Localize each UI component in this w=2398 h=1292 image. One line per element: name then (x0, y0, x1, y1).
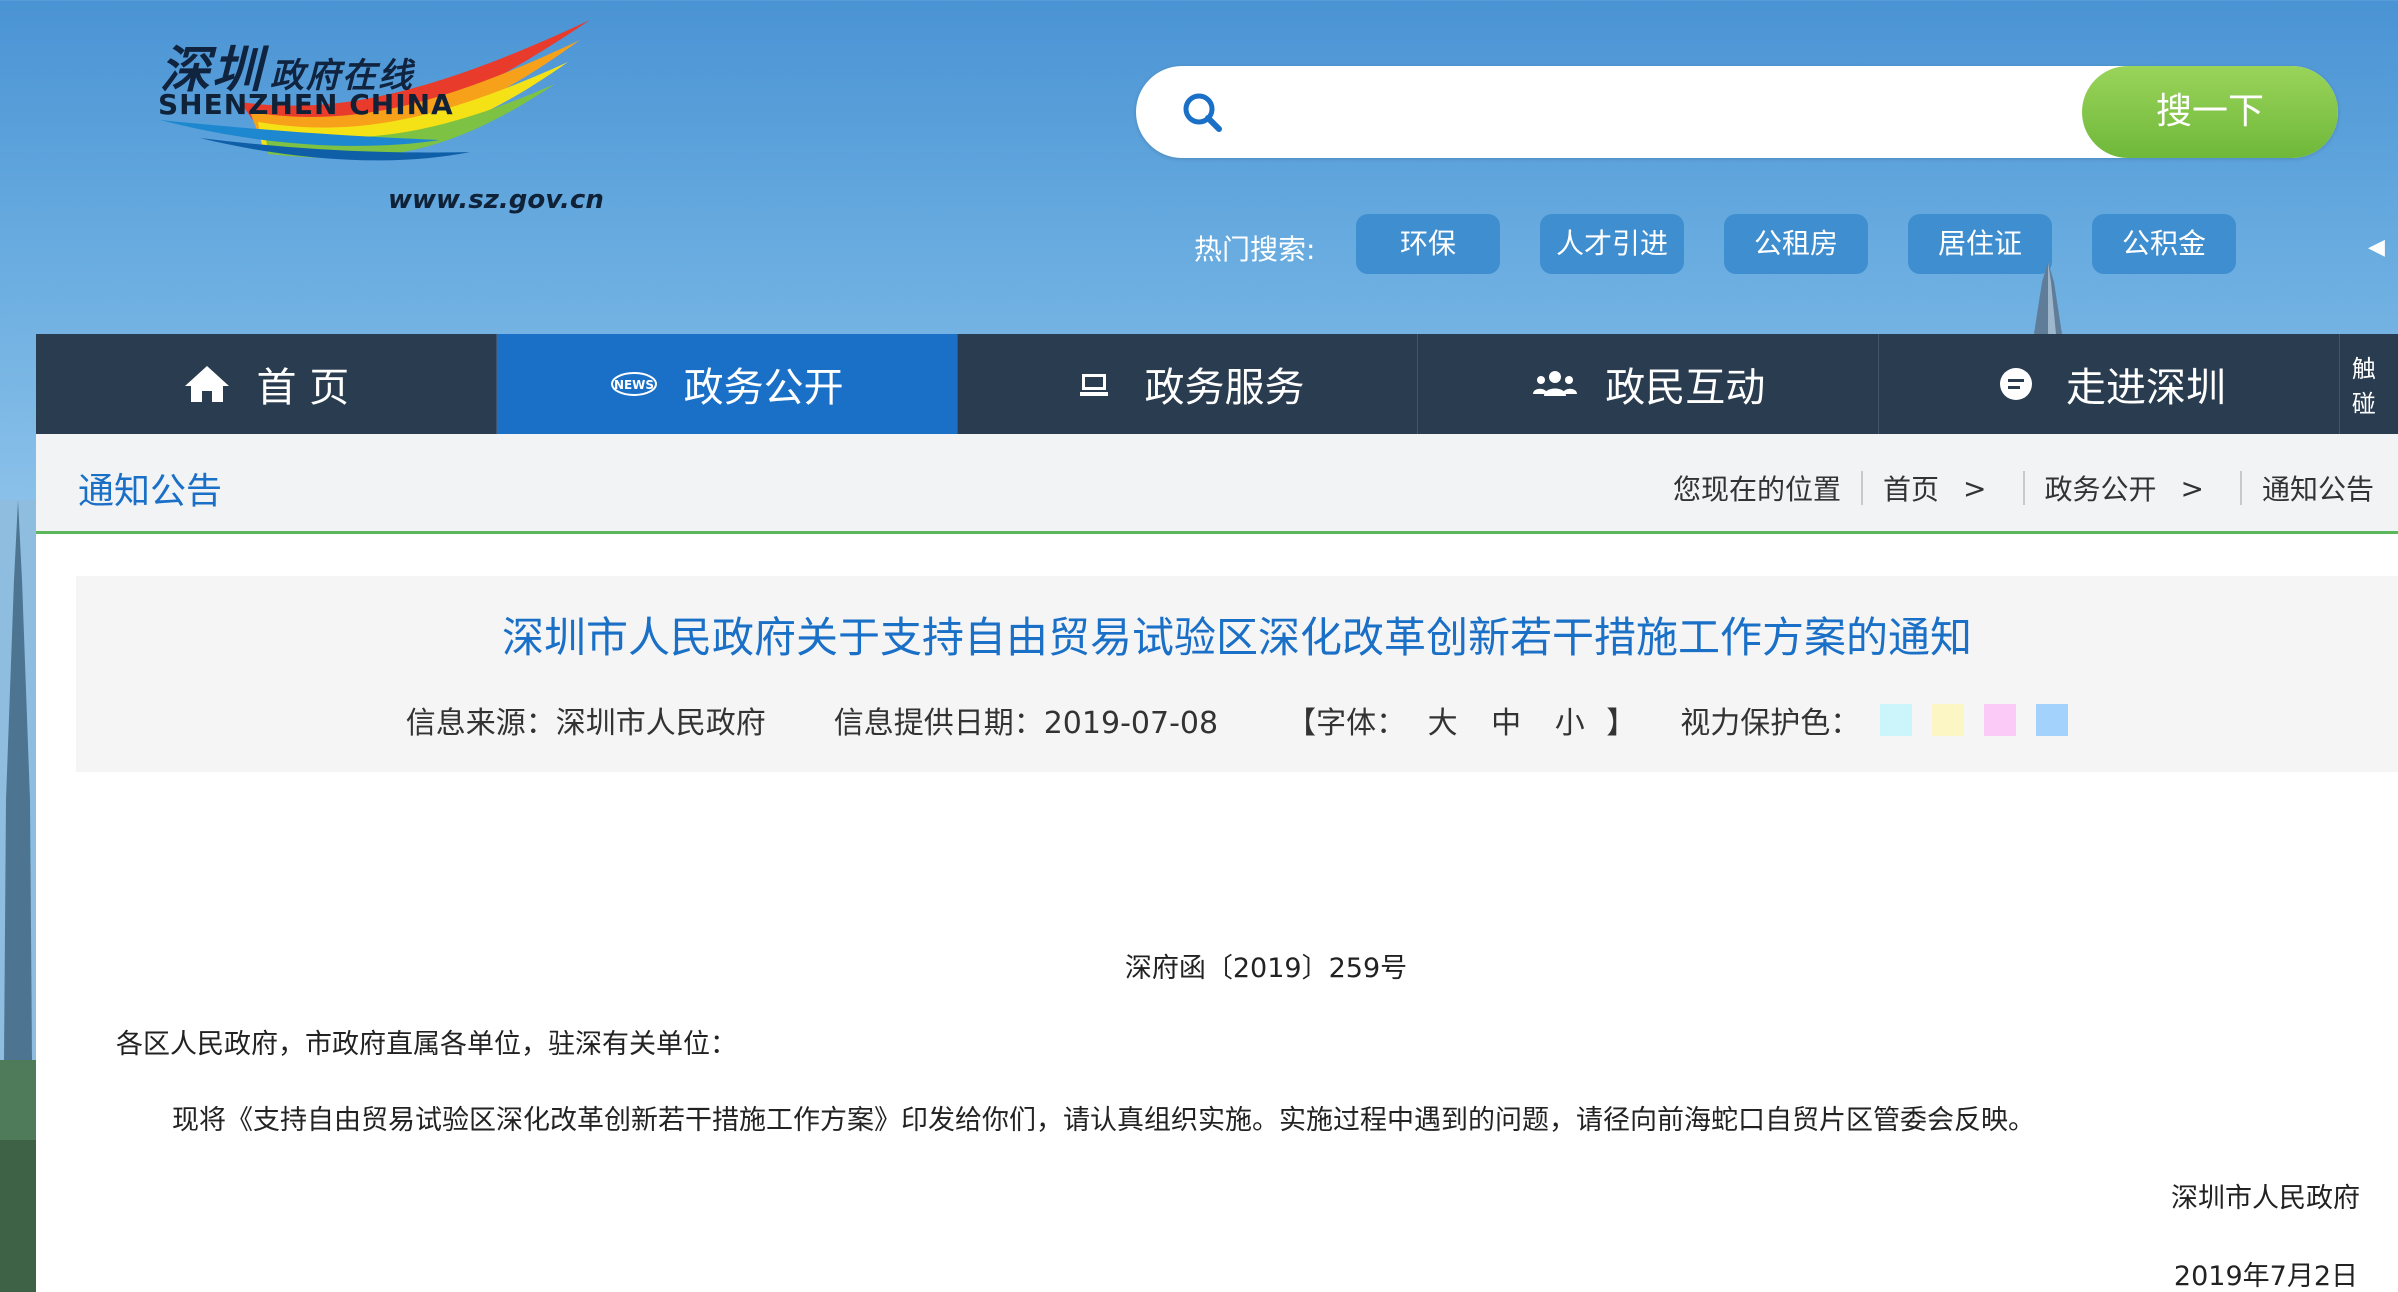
article-sign-date: 2019年7月2日 (2173, 1261, 2358, 1292)
svg-text:NEWS: NEWS (614, 378, 654, 392)
font-size-medium-button[interactable]: 中 (1491, 706, 1521, 741)
nav-item-citizen-interaction[interactable]: 政民互动 (1418, 334, 1880, 434)
eye-care-swatch-blue[interactable] (2036, 704, 2069, 736)
eye-care-controls: 视力保护色： (1680, 698, 2069, 742)
document-number: 深府函〔2019〕259号 (1124, 953, 1408, 984)
breadcrumb-separator: > (1963, 471, 1987, 505)
nav-government-affairs-label: 政务公开 (683, 365, 844, 411)
article-title: 深圳市人民政府关于支持自由贸易试验区深化改革创新若干措施工作方案的通知 (501, 613, 1972, 662)
section-title: 通知公告 (78, 471, 223, 512)
article-signature: 深圳市人民政府 (2171, 1183, 2360, 1214)
breadcrumb-bar: 通知公告 您现在的位置 首页 > 政务公开 > 通知公告 (36, 434, 2398, 534)
eye-care-swatch-pink[interactable] (1984, 704, 2017, 736)
news-icon: NEWS (610, 372, 657, 396)
home-icon (184, 366, 229, 402)
logo-en-name: SHENZHEN CHINA (158, 88, 454, 121)
nav-item-about-shenzhen[interactable]: 走进深圳 (1879, 334, 2340, 434)
article-salutation: 各区人民政府，市政府直属各单位，驻深有关单位： (116, 1029, 737, 1060)
article-date: 信息提供日期：2019-07-08 (833, 706, 1219, 741)
breadcrumb-divider (2022, 471, 2025, 505)
breadcrumb-location-label: 您现在的位置 (1673, 473, 1842, 506)
hot-tag-talent[interactable]: 人才引进 (1540, 214, 1684, 274)
breadcrumb: 您现在的位置 首页 > 政务公开 > 通知公告 (1673, 468, 2374, 508)
content-panel: 通知公告 您现在的位置 首页 > 政务公开 > 通知公告 深圳市人民政府关于支持… (36, 434, 2398, 1292)
skyscraper-illustration (2034, 262, 2062, 334)
nav-about-shenzhen-label: 走进深圳 (2066, 365, 2227, 411)
scroll-left-icon[interactable]: ◀ (2368, 235, 2398, 260)
site-header: 深圳 政府在线 SHENZHEN CHINA www.sz.gov.cn 搜一下 … (0, 0, 2398, 334)
people-icon (1533, 371, 1578, 396)
hot-search-label: 热门搜索: (1194, 233, 1316, 266)
eye-care-label: 视力保护色： (1680, 706, 1861, 741)
font-size-small-button[interactable]: 小 (1555, 706, 1585, 741)
nav-item-home[interactable]: 首 页 (36, 334, 497, 434)
hot-tag-housing-fund[interactable]: 公积金 (2092, 214, 2236, 274)
breadcrumb-government-affairs-link[interactable]: 政务公开 (2045, 468, 2157, 508)
hot-tag-public-rental[interactable]: 公租房 (1724, 214, 1868, 274)
eye-care-swatch-cyan[interactable] (1880, 704, 1913, 736)
logo-url: www.sz.gov.cn (388, 185, 604, 215)
breadcrumb-divider (1861, 471, 1864, 505)
font-size-label: 【字体： (1286, 706, 1407, 741)
breadcrumb-notices-link[interactable]: 通知公告 (2262, 468, 2374, 508)
hot-tag-environment[interactable]: 环保 (1356, 214, 1500, 274)
font-size-large-button[interactable]: 大 (1428, 706, 1458, 741)
article-body: 现将《支持自由贸易试验区深化改革创新若干措施工作方案》印发给你们，请认真组织实施… (172, 1105, 2035, 1136)
breadcrumb-separator: > (2180, 471, 2204, 505)
font-size-controls: 【字体： 大 中 小 】 (1286, 698, 1636, 742)
nav-item-government-affairs[interactable]: NEWS 政务公开 (496, 334, 958, 434)
nav-extra-item[interactable]: 触碰 (2340, 334, 2398, 434)
main-nav: 首 页 NEWS 政务公开 政务服务 政民互动 走进深圳 触碰 (36, 334, 2398, 434)
search-input[interactable] (1246, 84, 2106, 140)
monitor-icon (1080, 374, 1109, 396)
site-logo[interactable]: 深圳 政府在线 SHENZHEN CHINA www.sz.gov.cn (140, 20, 610, 230)
left-skyline-illustration (0, 500, 36, 1292)
nav-citizen-interaction-label: 政民互动 (1605, 365, 1766, 411)
search-button[interactable]: 搜一下 (2082, 66, 2338, 158)
article-header: 深圳市人民政府关于支持自由贸易试验区深化改革创新若干措施工作方案的通知 信息来源… (76, 576, 2398, 772)
article-source: 信息来源：深圳市人民政府 (405, 706, 766, 741)
article-meta: 信息来源：深圳市人民政府 信息提供日期：2019-07-08 【字体： 大 中 … (76, 698, 2398, 742)
nav-home-label: 首 页 (256, 365, 350, 411)
chat-icon (2000, 368, 2033, 400)
search-icon[interactable] (1180, 90, 1224, 134)
nav-government-services-label: 政务服务 (1144, 365, 1305, 411)
breadcrumb-home-link[interactable]: 首页 (1883, 468, 1939, 508)
breadcrumb-divider (2239, 471, 2242, 505)
search-box: 搜一下 (1136, 66, 2338, 158)
font-size-label-close: 】 (1606, 706, 1637, 741)
nav-item-government-services[interactable]: 政务服务 (958, 334, 1419, 434)
eye-care-swatch-yellow[interactable] (1932, 704, 1965, 736)
